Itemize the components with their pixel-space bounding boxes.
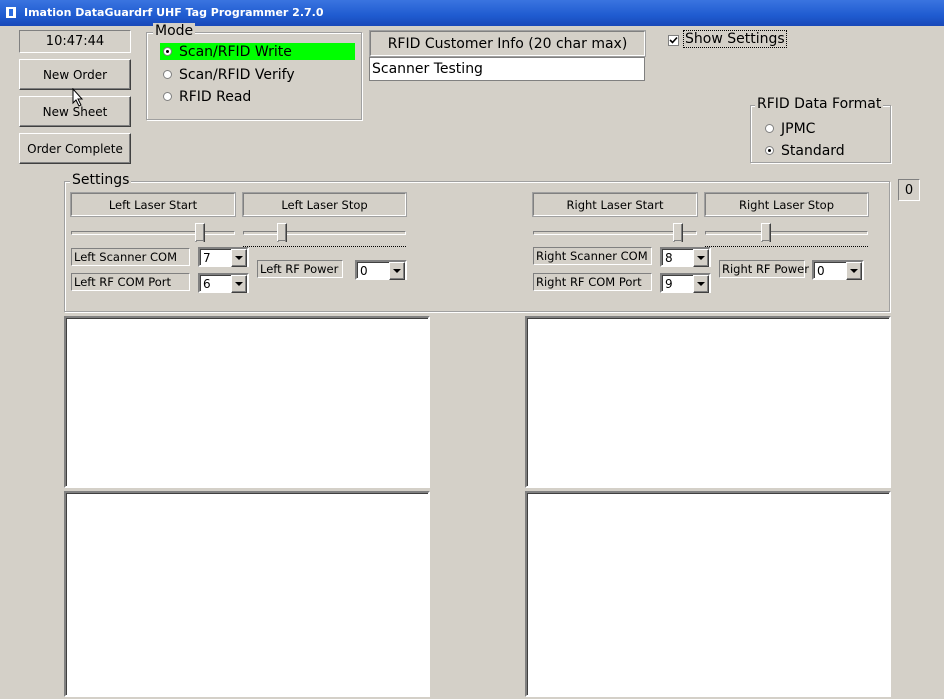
- customer-info-input[interactable]: Scanner Testing: [369, 57, 645, 81]
- radio-icon: [163, 92, 172, 101]
- customer-info-header: RFID Customer Info (20 char max): [369, 30, 646, 57]
- left-laser-stop-label: Left Laser Stop: [242, 192, 407, 217]
- right-rf-power-label: Right RF Power: [719, 260, 809, 278]
- left-laser-stop-slider[interactable]: [243, 231, 406, 235]
- window-title: Imation DataGuardrf UHF Tag Programmer 2…: [24, 6, 324, 19]
- left-rf-com-select[interactable]: 6: [198, 273, 249, 293]
- right-slider-ticks: [705, 246, 868, 247]
- left-bottom-pane[interactable]: [64, 491, 430, 697]
- show-settings-label[interactable]: Show Settings: [683, 30, 787, 48]
- mouse-cursor-icon: [72, 88, 84, 107]
- mode-option-verify[interactable]: Scan/RFID Verify: [163, 66, 295, 83]
- left-top-pane[interactable]: [64, 316, 430, 488]
- dropdown-arrow-icon[interactable]: [846, 262, 862, 280]
- checkmark-icon: [669, 36, 678, 44]
- title-bar: Imation DataGuardrf UHF Tag Programmer 2…: [0, 0, 944, 26]
- dropdown-arrow-icon[interactable]: [231, 275, 247, 293]
- left-laser-stop-thumb[interactable]: [277, 223, 287, 246]
- left-laser-start-thumb[interactable]: [195, 223, 205, 246]
- left-laser-start-slider[interactable]: [71, 231, 235, 235]
- left-rf-power-select[interactable]: 0: [355, 260, 407, 280]
- left-scanner-com-label: Left Scanner COM: [71, 248, 190, 266]
- dropdown-arrow-icon[interactable]: [693, 275, 709, 293]
- right-laser-start-thumb[interactable]: [673, 223, 683, 246]
- right-rf-power-select[interactable]: 0: [812, 260, 864, 280]
- format-option-jpmc[interactable]: JPMC: [765, 120, 815, 137]
- data-format-legend: RFID Data Format: [755, 96, 884, 112]
- right-laser-stop-slider[interactable]: [705, 231, 868, 235]
- mode-option-write[interactable]: Scan/RFID Write: [163, 43, 292, 60]
- left-rf-com-label: Left RF COM Port: [71, 273, 190, 291]
- right-bottom-pane[interactable]: [525, 491, 891, 697]
- left-rf-power-label: Left RF Power: [257, 260, 343, 278]
- order-complete-button[interactable]: Order Complete: [19, 133, 131, 164]
- dropdown-arrow-icon[interactable]: [231, 249, 247, 267]
- right-laser-start-label: Right Laser Start: [532, 192, 698, 217]
- dropdown-arrow-icon[interactable]: [693, 249, 709, 267]
- clock-text: 10:47:44: [45, 34, 105, 49]
- clock-display: 10:47:44: [19, 30, 131, 53]
- counter-display: 0: [898, 179, 920, 201]
- left-slider-ticks: [243, 246, 406, 247]
- dropdown-arrow-icon[interactable]: [389, 262, 405, 280]
- new-order-button[interactable]: New Order: [19, 59, 131, 90]
- settings-legend: Settings: [70, 172, 132, 188]
- mode-legend: Mode: [153, 23, 196, 39]
- right-rf-com-label: Right RF COM Port: [533, 273, 652, 291]
- right-laser-stop-thumb[interactable]: [761, 223, 771, 246]
- show-settings-checkbox[interactable]: [668, 35, 679, 46]
- right-scanner-com-label: Right Scanner COM: [533, 247, 652, 265]
- left-laser-start-label: Left Laser Start: [70, 192, 236, 217]
- radio-selected-icon: [765, 146, 774, 155]
- radio-icon: [163, 70, 172, 79]
- radio-icon: [765, 124, 774, 133]
- right-laser-stop-label: Right Laser Stop: [704, 192, 869, 217]
- app-icon: [6, 7, 16, 18]
- mode-option-read[interactable]: RFID Read: [163, 88, 251, 105]
- left-scanner-com-select[interactable]: 7: [198, 247, 249, 267]
- radio-selected-icon: [163, 47, 172, 56]
- right-rf-com-select[interactable]: 9: [660, 273, 711, 293]
- right-top-pane[interactable]: [525, 316, 891, 488]
- right-scanner-com-select[interactable]: 8: [660, 247, 711, 267]
- format-option-standard[interactable]: Standard: [765, 142, 845, 159]
